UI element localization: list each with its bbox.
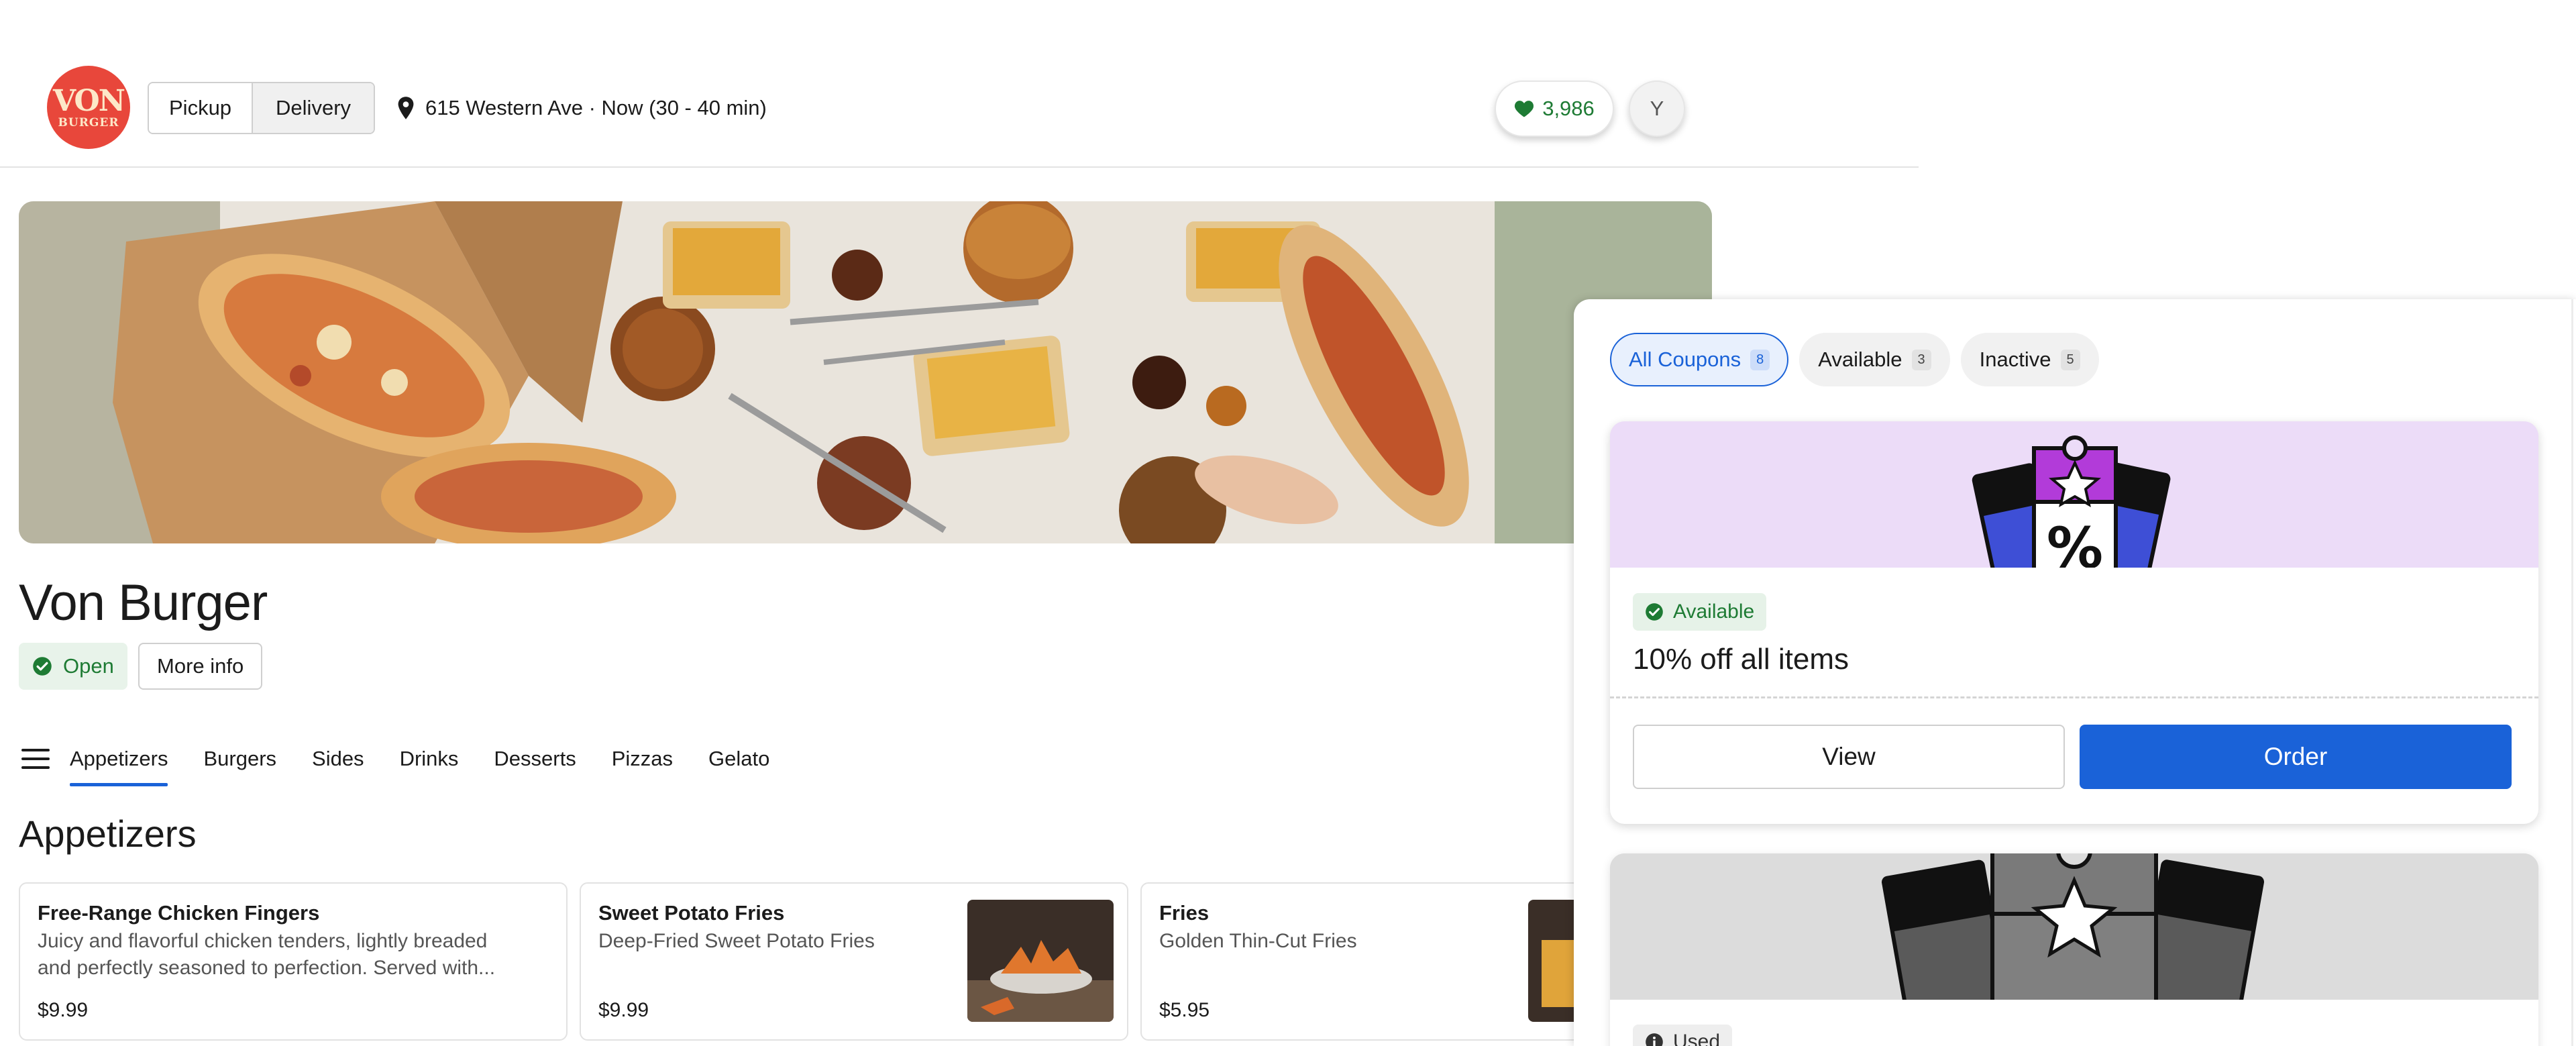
menu-item-desc-line: and perfectly seasoned to perfection. Se… xyxy=(38,957,496,979)
pickup-option[interactable]: Pickup xyxy=(149,83,252,133)
category-tab-drinks[interactable]: Drinks xyxy=(400,731,459,786)
logo-text-bottom: BURGER xyxy=(58,115,119,129)
tab-available[interactable]: Available 3 xyxy=(1799,333,1950,386)
menu-item-card[interactable]: Sweet Potato Fries Deep-Fried Sweet Pota… xyxy=(580,882,1128,1041)
coupon-tickets-icon xyxy=(1610,853,2538,1000)
tab-count: 5 xyxy=(2060,349,2080,370)
svg-text:%: % xyxy=(2047,515,2103,568)
hero-food-image xyxy=(19,201,1712,543)
menu-item-price: $5.95 xyxy=(1159,999,1210,1021)
category-tab-sides[interactable]: Sides xyxy=(312,731,364,786)
tab-label: All Coupons xyxy=(1629,348,1741,371)
address-selector[interactable]: 615 Western Ave · Now (30 - 40 min) xyxy=(396,82,767,134)
coupon-status-text: Used xyxy=(1673,1031,1721,1046)
address-text: 615 Western Ave · Now (30 - 40 min) xyxy=(425,96,767,119)
open-status-text: Open xyxy=(63,654,114,678)
tab-count: 8 xyxy=(1750,349,1770,370)
view-coupon-button[interactable]: View xyxy=(1633,725,2065,789)
check-circle-icon xyxy=(1646,603,1663,621)
food-photo-illustration xyxy=(19,201,1712,543)
coupon-status-text: Available xyxy=(1673,600,1755,623)
category-tab-gelato[interactable]: Gelato xyxy=(708,731,769,786)
check-circle-icon xyxy=(33,657,52,676)
menu-item-price: $9.99 xyxy=(598,999,649,1021)
restaurant-name: Von Burger xyxy=(19,574,268,631)
info-icon xyxy=(1646,1033,1663,1046)
coupon-title: 10% off all items xyxy=(1633,643,1849,676)
menu-item-description: Golden Thin-Cut Fries xyxy=(1159,928,1357,955)
menu-item-price: $9.99 xyxy=(38,999,89,1021)
category-nav: Appetizers Burgers Sides Drinks Desserts… xyxy=(20,731,805,786)
menu-item-name: Sweet Potato Fries xyxy=(598,901,785,925)
menu-item-image xyxy=(967,900,1114,1022)
heart-icon xyxy=(1515,101,1534,117)
menu-item-name: Fries xyxy=(1159,901,1210,925)
tab-inactive[interactable]: Inactive 5 xyxy=(1960,333,2099,386)
panel-scrollbar[interactable] xyxy=(2571,299,2573,1046)
coupon-status-badge: Used xyxy=(1633,1025,1733,1046)
delivery-option[interactable]: Delivery xyxy=(252,83,374,133)
category-tab-pizzas[interactable]: Pizzas xyxy=(612,731,673,786)
menu-item-card[interactable]: Free-Range Chicken Fingers Juicy and fla… xyxy=(19,882,568,1041)
menu-item-description: Juicy and flavorful chicken tenders, lig… xyxy=(38,928,495,982)
fulfillment-toggle: Pickup Delivery xyxy=(148,82,376,134)
category-tab-appetizers[interactable]: Appetizers xyxy=(70,731,168,786)
coupon-card[interactable]: % Available 10% off all items View Order xyxy=(1610,421,2538,824)
coupon-illustration: % xyxy=(1610,421,2538,568)
tab-count: 3 xyxy=(1911,349,1931,370)
tab-label: Inactive xyxy=(1979,348,2051,371)
favorites-button[interactable]: 3,986 xyxy=(1495,81,1614,137)
restaurant-page: VON BURGER Pickup Delivery 615 Western A… xyxy=(0,0,2576,1046)
order-button[interactable]: Order xyxy=(2080,725,2512,789)
category-tab-burgers[interactable]: Burgers xyxy=(203,731,276,786)
tab-all-coupons[interactable]: All Coupons 8 xyxy=(1610,333,1789,386)
menu-item-name: Free-Range Chicken Fingers xyxy=(38,901,320,925)
user-avatar[interactable]: Y xyxy=(1629,81,1685,137)
location-pin-icon xyxy=(398,97,414,119)
restaurant-logo[interactable]: VON BURGER xyxy=(47,66,130,149)
hamburger-menu-icon[interactable] xyxy=(20,746,51,772)
favorites-count: 3,986 xyxy=(1542,97,1595,120)
category-tab-desserts[interactable]: Desserts xyxy=(494,731,576,786)
tab-label: Available xyxy=(1818,348,1902,371)
coupon-divider xyxy=(1610,696,2538,698)
coupon-card[interactable]: Used xyxy=(1610,853,2538,1046)
open-status-badge: Open xyxy=(19,643,127,690)
menu-item-desc-line: Juicy and flavorful chicken tenders, lig… xyxy=(38,930,488,952)
coupon-status-badge: Available xyxy=(1633,593,1767,631)
coupon-tickets-icon: % xyxy=(1610,421,2538,568)
menu-item-description: Deep-Fried Sweet Potato Fries xyxy=(598,928,875,955)
top-header: VON BURGER Pickup Delivery 615 Western A… xyxy=(0,0,1919,168)
menu-item-desc-line: Deep-Fried Sweet Potato Fries xyxy=(598,930,875,952)
coupons-panel: All Coupons 8 Available 3 Inactive 5 % A… xyxy=(1574,299,2576,1046)
section-title: Appetizers xyxy=(19,813,197,855)
coupon-illustration xyxy=(1610,853,2538,1000)
more-info-button[interactable]: More info xyxy=(138,643,263,690)
coupon-filter-tabs: All Coupons 8 Available 3 Inactive 5 xyxy=(1610,333,2110,386)
menu-item-desc-line: Golden Thin-Cut Fries xyxy=(1159,930,1357,952)
logo-text-top: VON xyxy=(53,83,125,118)
